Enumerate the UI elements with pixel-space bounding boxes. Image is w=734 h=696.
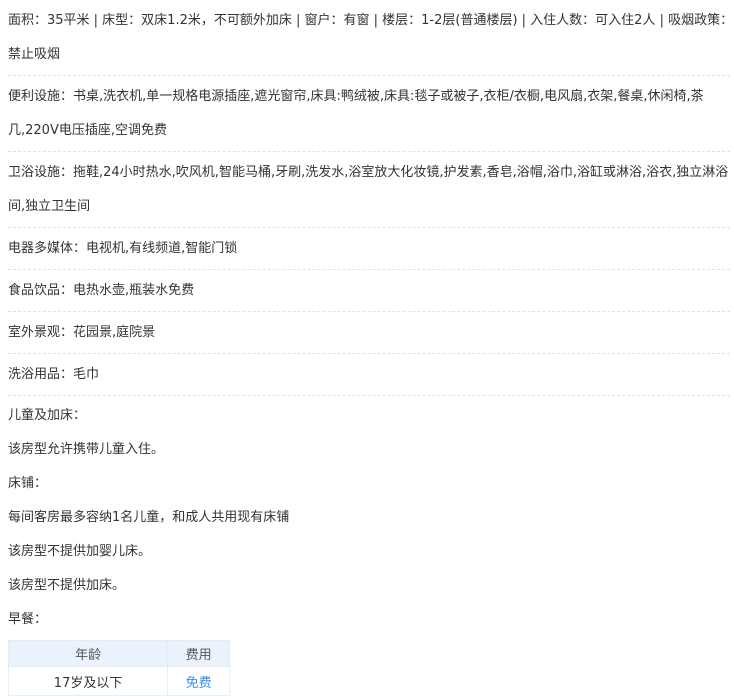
room-basic-info: 面积：35平米 | 床型：双床1.2米，不可额外加床 | 窗户：有窗 | 楼层：… <box>8 0 734 76</box>
room-basic-info-line-1: 面积：35平米 | 床型：双床1.2米，不可额外加床 | 窗户：有窗 | 楼层：… <box>8 13 734 28</box>
table-row: 17岁及以下 免费 <box>7 666 230 696</box>
room-detail-panel: 面积：35平米 | 床型：双床1.2米，不可额外加床 | 窗户：有窗 | 楼层：… <box>0 0 734 696</box>
media-amenities: 电器多媒体：电视机,有线频道,智能门锁 <box>8 228 730 270</box>
breakfast-table-header-row: 年龄 费用 <box>7 640 230 667</box>
media-amenities-text: 电器多媒体：电视机,有线频道,智能门锁 <box>8 241 238 256</box>
breakfast-title: 早餐： <box>8 612 48 627</box>
policy-block: 儿童及加床： 该房型允许携带儿童入住。 床铺： 每间客房最多容纳1名儿童，和成人… <box>8 396 734 637</box>
breakfast-table-header-fee: 费用 <box>167 640 230 667</box>
bathroom-amenities-line-1: 卫浴设施：拖鞋,24小时热水,吹风机,智能马桶,牙刷,洗发水,浴室放大化妆镜,护… <box>8 165 729 180</box>
toiletries: 洗浴用品：毛巾 <box>8 354 730 396</box>
breakfast-table-header-age: 年龄 <box>7 640 169 667</box>
outdoor-view-text: 室外景观：花园景,庭院景 <box>8 325 156 340</box>
bathroom-amenities-line-2: 间,独立卫生间 <box>8 199 91 214</box>
bedding-policy-text-1: 每间客房最多容纳1名儿童，和成人共用现有床铺 <box>8 510 290 525</box>
convenience-amenities: 便利设施：书桌,洗衣机,单一规格电源插座,遮光窗帘,床具:鸭绒被,床具:毯子或被… <box>8 76 730 152</box>
children-policy-text: 该房型允许携带儿童入住。 <box>8 442 165 457</box>
bathroom-amenities: 卫浴设施：拖鞋,24小时热水,吹风机,智能马桶,牙刷,洗发水,浴室放大化妆镜,护… <box>8 152 730 228</box>
bedding-policy-text-3: 该房型不提供加床。 <box>8 578 126 593</box>
toiletries-text: 洗浴用品：毛巾 <box>8 367 100 382</box>
food-amenities: 食品饮品：电热水壶,瓶装水免费 <box>8 270 730 312</box>
room-basic-info-line-2: 禁止吸烟 <box>8 47 61 62</box>
breakfast-fee-cell: 免费 <box>167 666 230 696</box>
bedding-policy-text-2: 该房型不提供加婴儿床。 <box>8 544 152 559</box>
breakfast-fee-table: 年龄 费用 17岁及以下 免费 <box>7 640 230 696</box>
outdoor-view: 室外景观：花园景,庭院景 <box>8 312 730 354</box>
breakfast-age-cell: 17岁及以下 <box>7 666 169 696</box>
children-policy-title: 儿童及加床： <box>8 408 87 423</box>
bedding-policy-title: 床铺： <box>8 476 48 491</box>
convenience-amenities-line-2: 几,220V电压插座,空调免费 <box>8 123 167 138</box>
convenience-amenities-line-1: 便利设施：书桌,洗衣机,单一规格电源插座,遮光窗帘,床具:鸭绒被,床具:毯子或被… <box>8 89 704 104</box>
food-amenities-text: 食品饮品：电热水壶,瓶装水免费 <box>8 283 195 298</box>
